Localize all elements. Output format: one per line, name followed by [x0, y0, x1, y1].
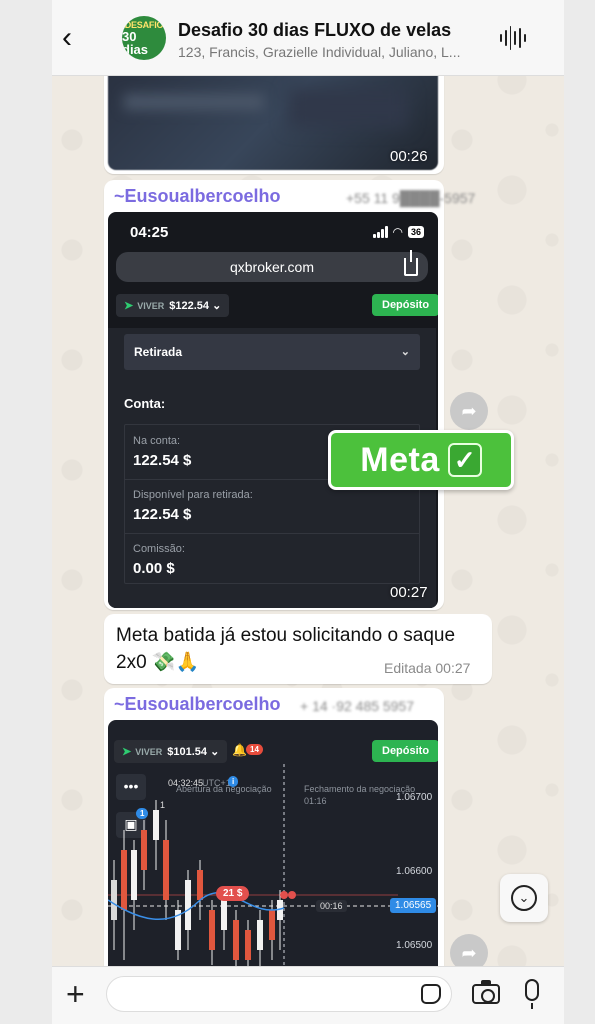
sender-name[interactable]: ~Eusoualbercoelho: [114, 694, 281, 715]
account-pill: ➤ VIVER $122.54 ⌄: [116, 294, 230, 317]
group-title[interactable]: Desafio 30 dias FLUXO de velas: [178, 20, 451, 41]
divider: [125, 533, 419, 534]
right-margin: [564, 0, 595, 1024]
status-icons: ◠ 36: [372, 225, 424, 239]
broker-screenshot[interactable]: 04:25 ◠ 36 qxbroker.com ➤ VIVER $122.54 ⌄ …: [108, 212, 438, 608]
commission-row: Comissão: 0.00 $: [133, 543, 413, 577]
sender-name[interactable]: ~Eusoualbercoelho: [114, 186, 281, 207]
available-value: 122.54 $: [133, 506, 192, 523]
check-mark-icon: ✓: [447, 443, 482, 477]
battery-icon: 36: [407, 226, 424, 238]
share-icon: [404, 250, 418, 276]
edited-timestamp: Editada 00:27: [384, 660, 471, 676]
forward-icon[interactable]: ➦: [450, 392, 488, 430]
avatar-line2: 30 dias: [122, 29, 149, 57]
status-time: 04:25: [130, 224, 169, 241]
sticker-text: Meta: [360, 440, 440, 479]
image-timestamp: 00:27: [390, 584, 428, 601]
trade-timer: 00:16: [316, 900, 347, 912]
microphone-icon[interactable]: [525, 979, 539, 1009]
commission-value: 0.00 $: [133, 560, 175, 577]
deposit-button: Depósito: [372, 294, 438, 316]
chevron-down-icon: ⌄: [400, 346, 410, 358]
available-label: Disponível para retirada:: [133, 489, 253, 501]
video-thumbnail[interactable]: [108, 64, 438, 170]
chat-header: ‹ DESAFIO 30 dias Desafio 30 dias FLUXO …: [52, 0, 564, 76]
price-label: 1.06500: [396, 940, 433, 951]
candlestick-chart: [108, 764, 438, 970]
audio-wave-icon[interactable]: [500, 24, 526, 52]
chevron-down-icon: ⌄: [511, 885, 537, 911]
signal-icon: [372, 226, 388, 238]
price-label: 1.06600: [396, 866, 433, 877]
trading-chart-screenshot[interactable]: ➤ VIVER $101.54 ⌄ 🔔 14 Depósito ••• ▣ 1 04…: [108, 720, 438, 970]
chat-screen: ‹ DESAFIO 30 dias Desafio 30 dias FLUXO …: [52, 0, 564, 1024]
back-icon[interactable]: ‹: [62, 22, 88, 54]
price-label: 1.06700: [396, 792, 433, 803]
group-members[interactable]: 123, Francis, Grazielle Individual, Juli…: [178, 44, 488, 60]
current-price: 1.06565: [390, 898, 437, 913]
composer-bar: +: [52, 966, 564, 1024]
live-arrow-icon: ➤: [124, 300, 134, 312]
commission-label: Comissão:: [133, 543, 185, 555]
plus-icon[interactable]: +: [66, 977, 85, 1011]
group-avatar[interactable]: DESAFIO 30 dias: [122, 16, 166, 60]
video-timestamp: 00:26: [390, 148, 428, 165]
sender-phone: + 14 ·92 485 5957: [300, 698, 415, 714]
trade-amount-badge: 21 $: [216, 886, 250, 901]
camera-icon[interactable]: [472, 980, 500, 1004]
withdraw-select: Retirada ⌄: [124, 334, 420, 370]
available-row: Disponível para retirada: 122.54 $: [133, 489, 413, 523]
sender-phone: +55 11 9████-5957: [346, 190, 476, 206]
wifi-icon: ◠: [392, 225, 403, 239]
url-text: qxbroker.com: [229, 259, 315, 275]
live-label: VIVER: [137, 301, 165, 311]
url-bar: qxbroker.com: [116, 250, 428, 282]
left-margin: [0, 0, 52, 1024]
candles: [111, 800, 283, 970]
account-balance: $122.54: [169, 300, 209, 312]
chevron-down-icon: ⌄: [212, 300, 222, 312]
sticker-icon[interactable]: [421, 984, 441, 1004]
select-label: Retirada: [134, 345, 183, 359]
meta-sticker[interactable]: Meta ✓: [328, 430, 514, 490]
message-input[interactable]: [106, 976, 452, 1012]
conta-label: Conta:: [124, 396, 166, 411]
scroll-down-button[interactable]: ⌄: [500, 874, 548, 922]
